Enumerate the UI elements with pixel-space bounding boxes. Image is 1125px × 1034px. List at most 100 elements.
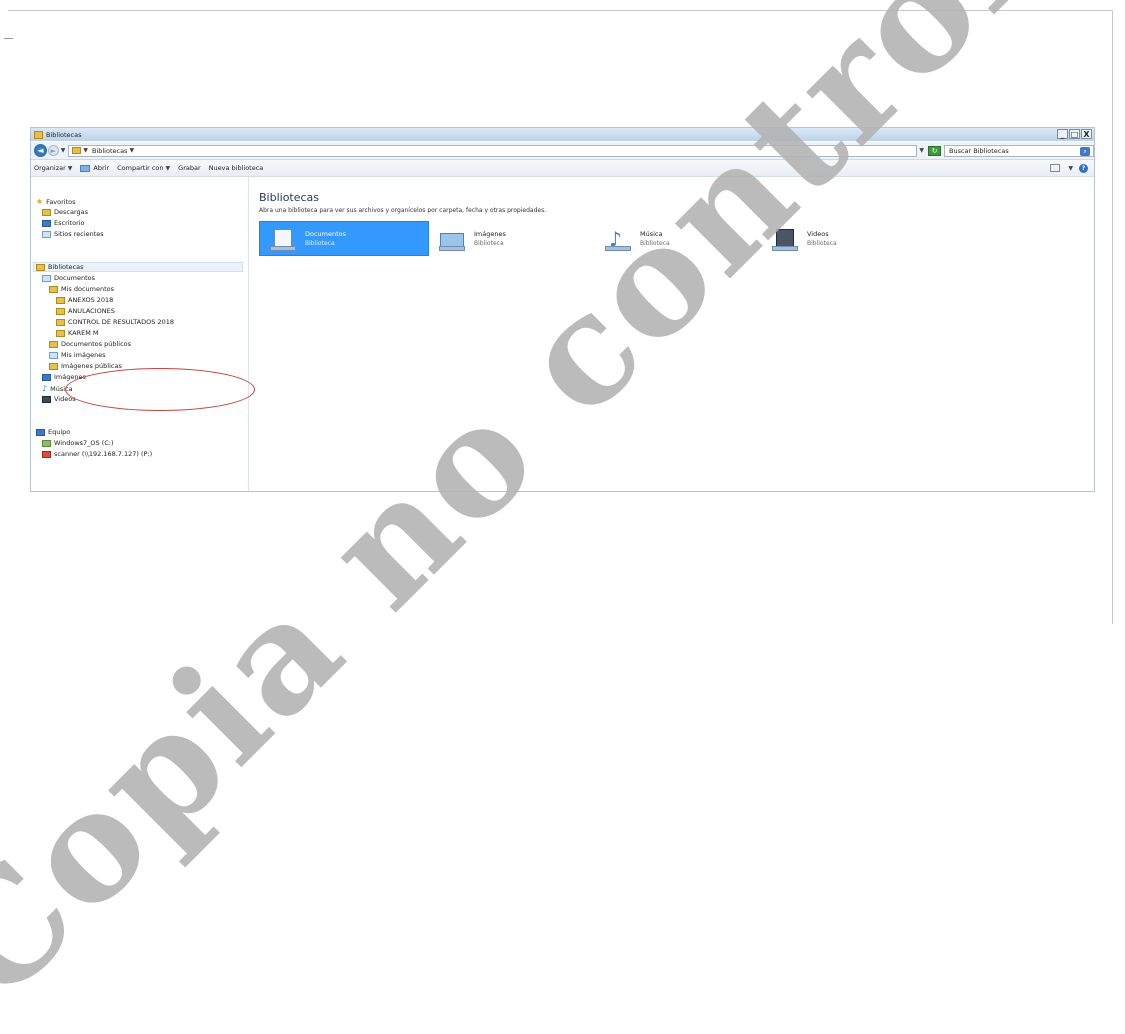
back-arrow-icon[interactable]: ◄: [34, 144, 47, 157]
library-type: Biblioteca: [640, 239, 670, 247]
help-icon[interactable]: ?: [1079, 163, 1088, 173]
nav-label: Escritorio: [54, 219, 85, 227]
library-name: Música: [640, 229, 663, 238]
explorer-window: Bibliotecas _ □ X ◄ ► ▼ ▼ Bibliotecas ▼ …: [30, 127, 1095, 492]
library-text: Música Biblioteca: [640, 230, 670, 248]
breadcrumb[interactable]: Bibliotecas: [92, 147, 127, 155]
chevron-down-icon[interactable]: ▼: [83, 147, 88, 154]
command-bar-right: ▼ ?: [1050, 163, 1088, 173]
nav-item-karem[interactable]: KAREM M: [56, 329, 99, 337]
nav-label: Equipo: [48, 428, 71, 436]
nav-item-public-documents[interactable]: Documentos públicos: [49, 340, 131, 348]
nav-label: Bibliotecas: [48, 263, 84, 271]
library-text: Videos Biblioteca: [807, 230, 837, 248]
nav-label: KAREM M: [68, 329, 99, 337]
library-name: Documentos: [305, 229, 347, 238]
recent-places-icon: [42, 230, 51, 238]
folder-icon: [34, 130, 43, 139]
burn-button[interactable]: Grabar: [178, 164, 200, 172]
title-bar: Bibliotecas _ □ X: [31, 128, 1094, 141]
library-documents[interactable]: Documentos Biblioteca: [259, 221, 429, 256]
open-button[interactable]: Abrir: [80, 164, 109, 172]
nav-label: Imágenes públicas: [61, 362, 122, 370]
chevron-down-icon: ▼: [67, 164, 73, 172]
library-music[interactable]: ♪ Música Biblioteca: [595, 221, 765, 256]
open-icon: [80, 164, 91, 172]
nav-label: Favoritos: [46, 197, 76, 206]
nav-label: ANULACIONES: [68, 307, 115, 315]
maximize-button[interactable]: □: [1069, 129, 1080, 139]
nav-item-my-images[interactable]: Mis imágenes: [49, 351, 106, 359]
library-text: Documentos Biblioteca: [305, 230, 346, 248]
navigation-pane: ★ Favoritos Descargas Escritorio Sitios …: [31, 177, 255, 491]
nav-item-recent[interactable]: Sitios recientes: [42, 230, 104, 238]
nav-item-desktop[interactable]: Escritorio: [42, 219, 85, 227]
folder-icon: [49, 340, 58, 348]
folder-icon: [72, 147, 82, 154]
nav-item-my-documents[interactable]: Mis documentos: [49, 285, 114, 293]
images-folder-icon: [49, 351, 58, 359]
library-shelf: [605, 245, 631, 251]
nav-item-anexos[interactable]: ANEXOS 2018: [56, 296, 113, 304]
minimize-button[interactable]: _: [1057, 129, 1068, 139]
nav-item-downloads[interactable]: Descargas: [42, 208, 88, 216]
library-type: Biblioteca: [807, 239, 837, 247]
nav-label: Mis imágenes: [61, 351, 106, 359]
nav-label: Documentos públicos: [61, 340, 132, 348]
search-icon[interactable]: ⌕: [1080, 146, 1090, 156]
library-shelf: [270, 245, 296, 251]
refresh-icon[interactable]: ↻: [928, 145, 941, 156]
music-library-icon: ♪: [605, 227, 631, 251]
chevron-down-icon[interactable]: ▼: [129, 147, 134, 154]
download-folder-icon: [42, 208, 51, 216]
red-ellipse-annotation: [65, 368, 255, 411]
nav-item-documents[interactable]: Documentos: [42, 274, 95, 282]
nav-item-favorites[interactable]: ★ Favoritos: [36, 197, 76, 206]
library-images[interactable]: Imágenes Biblioteca: [429, 221, 599, 256]
library-shelf: [772, 245, 798, 251]
address-field[interactable]: ▼ Bibliotecas ▼: [68, 144, 918, 157]
search-placeholder: Buscar Bibliotecas: [949, 146, 1009, 155]
share-label: Compartir con: [117, 164, 164, 172]
nav-label: Descargas: [54, 208, 89, 216]
nav-label: CONTROL DE RESULTADOS 2018: [68, 318, 174, 326]
chevron-down-icon[interactable]: ▼: [61, 147, 66, 154]
share-button[interactable]: Compartir con ▼: [117, 164, 170, 172]
history-dropdown-icon[interactable]: ▼: [919, 147, 924, 154]
open-label: Abrir: [93, 164, 110, 172]
library-videos[interactable]: Videos Biblioteca: [762, 221, 932, 256]
folder-icon: [56, 329, 65, 337]
nav-item-public-images[interactable]: Imágenes públicas: [49, 362, 122, 370]
desktop-icon: [42, 219, 51, 227]
nav-label: scanner (\\192.168.7.127) (P:): [54, 450, 153, 458]
star-icon: ★: [36, 197, 44, 206]
nav-item-computer[interactable]: Equipo: [36, 428, 70, 436]
burn-label: Grabar: [178, 164, 201, 172]
nav-item-anulaciones[interactable]: ANULACIONES: [56, 307, 115, 315]
folder-icon: [56, 307, 65, 315]
nav-label: ANEXOS 2018: [68, 296, 114, 304]
library-name: Videos: [807, 229, 829, 238]
documents-icon: [42, 274, 51, 282]
nav-item-drive-c[interactable]: Windows7_OS (C:): [42, 439, 114, 447]
new-library-button[interactable]: Nueva biblioteca: [209, 164, 264, 172]
library-type: Biblioteca: [305, 239, 335, 247]
image-shape: [440, 232, 464, 247]
chevron-down-icon[interactable]: ▼: [1068, 165, 1073, 172]
library-name: Imágenes: [474, 229, 506, 238]
search-input[interactable]: Buscar Bibliotecas ⌕: [944, 144, 1094, 157]
images-icon: [42, 373, 51, 381]
close-button[interactable]: X: [1081, 129, 1092, 139]
folder-icon: [56, 296, 65, 304]
libraries-icon: [36, 263, 45, 271]
page-subtitle: Abra una biblioteca para ver sus archivo…: [259, 207, 547, 214]
music-icon: ♪: [42, 384, 48, 393]
nav-item-control-resultados[interactable]: CONTROL DE RESULTADOS 2018: [56, 318, 174, 326]
nav-item-libraries[interactable]: Bibliotecas: [36, 263, 83, 271]
view-options-icon[interactable]: [1050, 164, 1061, 172]
window-title: Bibliotecas: [46, 130, 82, 139]
nav-item-scanner[interactable]: scanner (\\192.168.7.127) (P:): [42, 450, 152, 458]
address-right: ▼ ↻ Buscar Bibliotecas ⌕: [917, 144, 1094, 157]
forward-arrow-icon[interactable]: ►: [47, 145, 59, 156]
organize-button[interactable]: Organizar ▼: [34, 164, 72, 172]
